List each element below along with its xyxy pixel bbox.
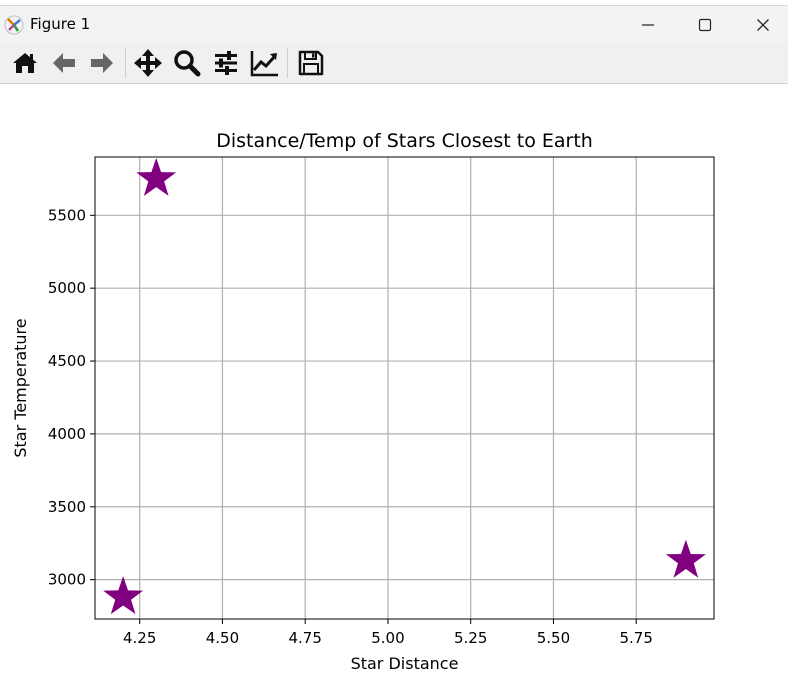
x-tick-label: 5.25 [454, 629, 487, 647]
x-tick-label: 4.25 [123, 629, 156, 647]
configure-subplots-button[interactable] [210, 48, 242, 78]
y-tick-label: 5000 [48, 279, 86, 297]
zoom-button[interactable] [171, 48, 203, 78]
y-tick-label: 5500 [48, 206, 86, 224]
axes-frame [94, 156, 715, 620]
save-floppy-icon [298, 50, 324, 76]
star-marker[interactable] [103, 576, 144, 615]
x-tick-label: 4.50 [206, 629, 239, 647]
title-bar: Figure 1 [0, 5, 788, 43]
chart-title: Distance/Temp of Stars Closest to Earth [216, 130, 593, 152]
figure-window: Figure 1 4.25 4.50 4.75 5.00 5.25 5.50 5… [0, 0, 788, 677]
y-tick-label: 3000 [48, 571, 86, 589]
y-tick-label: 3500 [48, 498, 86, 516]
navigation-toolbar [0, 42, 788, 84]
window-title: Figure 1 [30, 15, 91, 33]
minimize-button[interactable] [620, 6, 676, 43]
x-axis-label: Star Distance [351, 654, 459, 673]
pan-move-icon [134, 49, 162, 77]
maximize-icon [698, 18, 712, 31]
edit-axis-line-icon [250, 51, 278, 77]
maximize-button[interactable] [677, 6, 733, 43]
forward-button[interactable] [86, 48, 118, 78]
x-tick-label: 5.75 [620, 629, 653, 647]
x-tick-label: 4.75 [288, 629, 321, 647]
toolbar-separator [287, 48, 288, 78]
grid [95, 157, 714, 619]
minimize-icon [642, 23, 654, 26]
star-marker[interactable] [136, 157, 177, 196]
star-marker[interactable] [665, 539, 706, 578]
close-button[interactable] [735, 6, 788, 43]
y-tick-label: 4500 [48, 352, 86, 370]
figure-canvas: 4.25 4.50 4.75 5.00 5.25 5.50 5.75 3000 3500 4000… [0, 84, 788, 677]
x-tick-label: 5.00 [371, 629, 404, 647]
x-tick-label: 5.50 [537, 629, 570, 647]
zoom-magnifier-icon [174, 50, 201, 77]
data-markers[interactable] [103, 157, 706, 615]
toolbar-separator [125, 48, 126, 78]
close-icon [757, 18, 769, 31]
app-icon [4, 15, 24, 35]
forward-arrow-icon [91, 53, 113, 73]
y-tick-label: 4000 [48, 425, 86, 443]
edit-axis-button[interactable] [249, 48, 281, 78]
ticks: 4.25 4.50 4.75 5.00 5.25 5.50 5.75 3000 3500 4000… [48, 206, 653, 647]
home-icon [13, 53, 37, 73]
configure-subplots-icon [215, 51, 237, 75]
save-button[interactable] [295, 48, 327, 78]
back-arrow-icon [53, 53, 75, 73]
scatter-chart: 4.25 4.50 4.75 5.00 5.25 5.50 5.75 3000 3500 4000… [11, 130, 715, 673]
y-axis-label: Star Temperature [11, 318, 30, 457]
home-button[interactable] [9, 48, 41, 78]
pan-button[interactable] [132, 48, 164, 78]
back-button[interactable] [48, 48, 80, 78]
